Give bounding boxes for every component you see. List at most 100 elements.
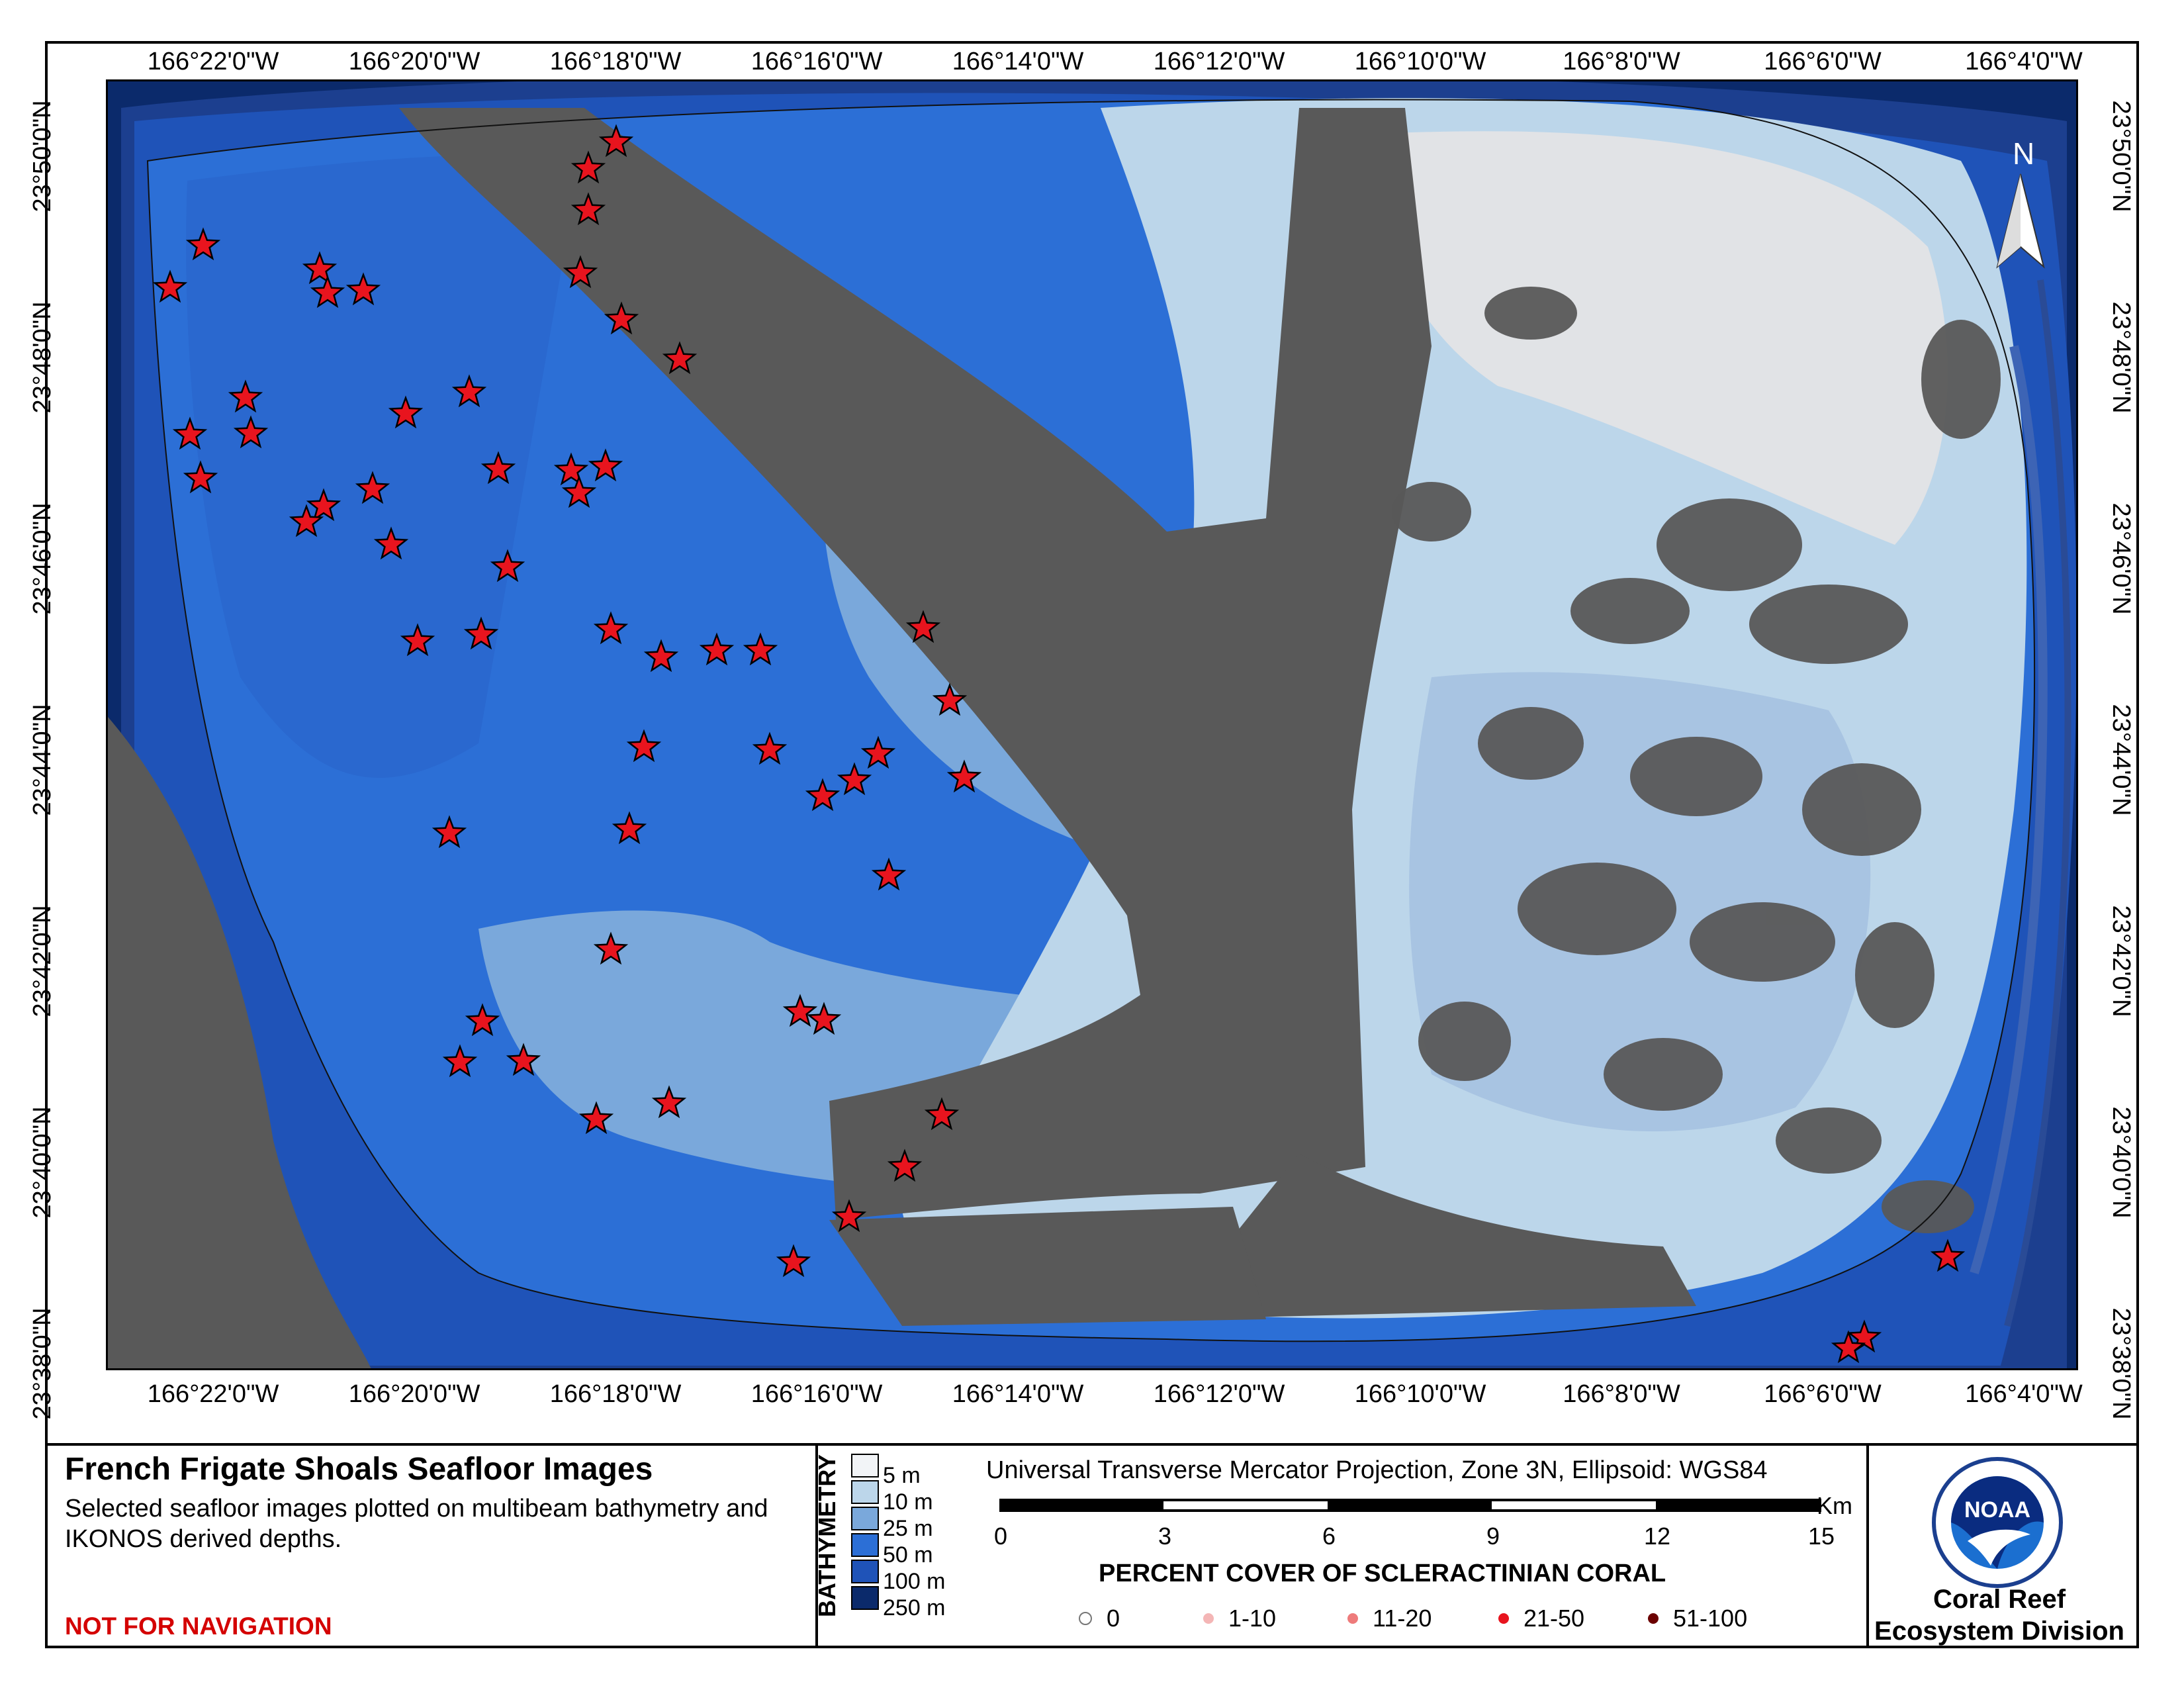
seafloor-image-marker[interactable]	[743, 632, 778, 666]
seafloor-image-marker[interactable]	[1930, 1239, 1966, 1272]
seafloor-image-marker[interactable]	[302, 251, 338, 285]
seafloor-image-marker[interactable]	[588, 448, 623, 482]
seafloor-image-marker[interactable]	[442, 1044, 478, 1078]
scale-tick: 15	[1807, 1523, 1835, 1550]
seafloor-image-marker[interactable]	[643, 639, 679, 673]
seafloor-image-marker[interactable]	[570, 192, 606, 226]
top-tick: 166°16'0"W	[751, 48, 883, 75]
map-canvas[interactable]: N	[106, 79, 2078, 1370]
seafloor-image-marker[interactable]	[570, 150, 606, 184]
coral-class-51-100: 51-100	[1648, 1605, 1747, 1632]
coral-class-0: 0	[1079, 1605, 1120, 1632]
seafloor-image-marker[interactable]	[388, 395, 424, 429]
noaa-logo-text: NOAA	[1964, 1497, 2030, 1523]
coral-class-swatch	[1079, 1612, 1092, 1625]
seafloor-image-marker[interactable]	[561, 475, 597, 508]
bathymetry-label: BATHYMETRY	[813, 1454, 841, 1617]
map-title: French Frigate Shoals Seafloor Images	[65, 1452, 653, 1487]
seafloor-image-marker[interactable]	[563, 255, 598, 289]
seafloor-image-marker[interactable]	[172, 416, 208, 450]
north-arrow-label: N	[2013, 136, 2035, 171]
seafloor-image-marker[interactable]	[185, 227, 221, 261]
seafloor-image-marker[interactable]	[451, 374, 487, 408]
seafloor-image-marker[interactable]	[932, 682, 968, 716]
bottom-tick: 166°20'0"W	[348, 1380, 480, 1408]
seafloor-image-marker[interactable]	[752, 731, 788, 765]
seafloor-image-marker[interactable]	[905, 610, 941, 643]
bathy-swatch-100m	[851, 1560, 879, 1583]
organization-name: Coral Reef Ecosystem Division	[1874, 1585, 2124, 1646]
bottom-tick: 166°14'0"W	[952, 1380, 1084, 1408]
bathy-label-250m: 250 m	[883, 1595, 946, 1620]
coral-class-swatch	[1347, 1613, 1358, 1624]
seafloor-image-marker[interactable]	[860, 735, 896, 769]
bathy-swatch-50m	[851, 1533, 879, 1557]
right-tick: 23°40'0"N	[2107, 1106, 2136, 1219]
seafloor-image-marker[interactable]	[831, 1199, 867, 1233]
top-tick: 166°4'0"W	[1965, 48, 2083, 75]
seafloor-image-marker[interactable]	[490, 549, 525, 583]
seafloor-image-marker[interactable]	[463, 616, 499, 650]
seafloor-image-marker[interactable]	[604, 301, 639, 335]
bottom-tick: 166°18'0"W	[549, 1380, 682, 1408]
seafloor-image-marker[interactable]	[233, 415, 269, 449]
seafloor-image-marker[interactable]	[373, 526, 409, 560]
coral-class-label: 11-20	[1373, 1605, 1432, 1632]
top-tick: 166°8'0"W	[1563, 48, 1680, 75]
seafloor-image-marker[interactable]	[355, 471, 390, 504]
top-tick: 166°10'0"W	[1354, 48, 1486, 75]
seafloor-image-marker[interactable]	[871, 857, 907, 891]
seafloor-image-marker[interactable]	[887, 1149, 923, 1182]
seafloor-image-marker[interactable]	[699, 632, 735, 666]
seafloor-image-marker[interactable]	[152, 269, 188, 303]
seafloor-image-marker[interactable]	[782, 994, 818, 1027]
right-tick: 23°38'0"N	[2107, 1307, 2136, 1420]
seafloor-image-marker[interactable]	[626, 729, 662, 763]
seafloor-image-marker[interactable]	[924, 1097, 960, 1131]
bathy-swatch-10m	[851, 1480, 879, 1504]
bottom-tick: 166°10'0"W	[1354, 1380, 1486, 1408]
noaa-logo: NOAA	[1932, 1457, 2063, 1588]
bathy-label-50m: 50 m	[883, 1542, 933, 1568]
seafloor-image-marker[interactable]	[183, 460, 218, 494]
coral-class-label: 0	[1107, 1605, 1120, 1632]
coral-class-21-50: 21-50	[1498, 1605, 1584, 1632]
seafloor-image-marker[interactable]	[480, 451, 516, 485]
seafloor-image-marker[interactable]	[662, 341, 698, 375]
seafloor-image-marker[interactable]	[578, 1101, 614, 1135]
seafloor-image-marker[interactable]	[805, 778, 841, 812]
coral-class-swatch	[1203, 1613, 1214, 1624]
right-tick: 23°50'0"N	[2107, 100, 2136, 212]
top-tick: 166°22'0"W	[147, 48, 279, 75]
seafloor-image-marker[interactable]	[310, 275, 345, 308]
seafloor-image-marker[interactable]	[432, 815, 467, 849]
top-tick: 166°20'0"W	[348, 48, 480, 75]
scale-tick: 9	[1486, 1523, 1500, 1550]
seafloor-image-marker[interactable]	[228, 379, 263, 413]
projection-text: Universal Transverse Mercator Projection…	[986, 1456, 1768, 1484]
seafloor-image-marker[interactable]	[593, 931, 629, 965]
seafloor-image-marker[interactable]	[598, 124, 634, 158]
seafloor-image-marker[interactable]	[306, 488, 341, 522]
seafloor-image-marker[interactable]	[651, 1085, 687, 1119]
seafloor-image-marker[interactable]	[553, 452, 589, 486]
coral-class-swatch	[1648, 1613, 1659, 1624]
seafloor-image-marker[interactable]	[465, 1003, 500, 1037]
divider	[1866, 1443, 1869, 1646]
bathy-label-25m: 25 m	[883, 1516, 933, 1541]
coral-class-label: 51-100	[1673, 1605, 1748, 1632]
left-tick: 23°40'0"N	[28, 1106, 57, 1219]
seafloor-image-marker[interactable]	[946, 759, 982, 793]
seafloor-image-marker[interactable]	[400, 623, 435, 657]
seafloor-image-marker[interactable]	[506, 1043, 541, 1076]
top-tick: 166°14'0"W	[952, 48, 1084, 75]
seafloor-image-marker[interactable]	[837, 762, 872, 796]
seafloor-image-marker[interactable]	[593, 611, 629, 645]
seafloor-image-marker[interactable]	[612, 811, 647, 845]
coral-cover-title: PERCENT COVER OF SCLERACTINIAN CORAL	[1099, 1560, 1666, 1587]
seafloor-image-marker[interactable]	[345, 272, 381, 306]
left-tick: 23°38'0"N	[28, 1307, 57, 1420]
scale-unit: Km	[1817, 1492, 1852, 1519]
bathy-swatch-5m	[851, 1454, 879, 1477]
seafloor-image-marker[interactable]	[776, 1244, 811, 1278]
